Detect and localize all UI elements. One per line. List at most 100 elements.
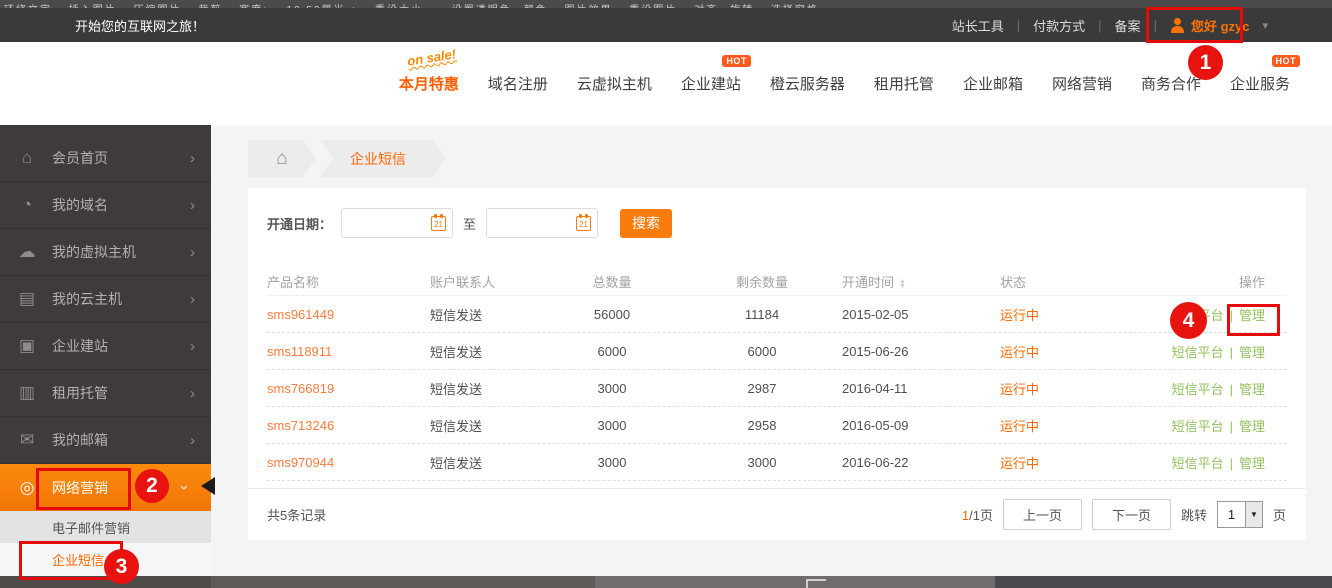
page-unit-label: 页	[1272, 508, 1286, 523]
contact-cell: 短信发送	[430, 381, 483, 397]
page-select[interactable]: 1 ▼	[1216, 501, 1263, 528]
window-fragment	[806, 579, 826, 588]
calendar-icon[interactable]: 21	[431, 214, 447, 231]
page-indicator: 1/1页	[961, 508, 993, 523]
breadcrumb: ⌂ 企业短信	[248, 140, 446, 177]
annotation-circle-3: 3	[104, 549, 139, 584]
home-icon: ⌂	[21, 148, 33, 167]
col-account-contact: 账户联系人	[430, 275, 496, 290]
table-row: sms961449 短信发送 56000 11184 2015-02-05 运行…	[267, 296, 1287, 333]
divider: |	[1229, 455, 1233, 471]
sidebar-item-site-builder[interactable]: ▣ 企业建站 ›	[0, 323, 211, 370]
product-link[interactable]: sms766819	[267, 381, 430, 396]
sms-platform-link[interactable]: 短信平台	[1172, 419, 1224, 434]
remaining-cell: 3000	[747, 454, 777, 470]
breadcrumb-current: 企业短信	[320, 140, 446, 177]
nav-item-domain-registration[interactable]: 域名注册	[488, 73, 548, 94]
sms-platform-link[interactable]: 短信平台	[1172, 456, 1224, 471]
sidebar-item-my-virtual-hosts[interactable]: ☁ 我的虚拟主机 ›	[0, 229, 211, 276]
date-cell: 2016-04-11	[842, 380, 908, 396]
prev-page-button[interactable]: 上一页	[1002, 499, 1082, 530]
domain-icon: ◔	[21, 195, 33, 214]
external-toolbar-text: 环绕文字 插入图片 压缩图片 裁剪 宽度: ─ 18.52厘米 + 重设大小 设…	[4, 1, 819, 8]
total-cell: 56000	[593, 306, 631, 322]
cloud-icon: ☁	[18, 242, 36, 261]
sidebar-subitem-email-marketing[interactable]: 电子邮件营销	[0, 511, 211, 543]
date-to-input[interactable]: 21	[486, 208, 599, 238]
nav-item-enterprise-mail[interactable]: 企业邮箱	[963, 73, 1023, 94]
total-cell: 6000	[597, 343, 627, 359]
date-cell: 2015-02-05	[842, 306, 909, 322]
header-band: on sale! 本月特惠 域名注册 云虚拟主机 HOT 企业建站 橙云服务器 …	[0, 42, 1332, 125]
nav-item-online-marketing[interactable]: 网络营销	[1052, 73, 1112, 94]
table-row: sms766819 短信发送 3000 2987 2016-04-11 运行中 …	[267, 370, 1287, 407]
sms-platform-link[interactable]: 短信平台	[1172, 345, 1224, 360]
slogan: 开始您的互联网之旅！	[75, 18, 206, 34]
content-card: 开通日期： 21 至 21 搜索 产品名称 账户联系人 总数量 剩余数量 开通时…	[248, 188, 1306, 540]
annotation-box-online-marketing	[36, 468, 131, 510]
total-cell: 3000	[597, 417, 627, 433]
search-button[interactable]: 搜索	[620, 208, 673, 238]
nav-item-hosting[interactable]: 租用托管	[874, 73, 934, 94]
nav-item-site-builder[interactable]: HOT 企业建站	[681, 55, 751, 94]
annotation-box-user	[1146, 7, 1243, 43]
product-link[interactable]: sms118911	[267, 344, 430, 359]
chevron-right-icon: ›	[190, 431, 195, 449]
product-link[interactable]: sms713246	[267, 418, 430, 433]
table-row: sms970944 短信发送 3000 3000 2016-06-22 运行中 …	[267, 444, 1287, 481]
bottom-strip	[995, 576, 1332, 588]
sidebar-item-my-mailbox[interactable]: ✉ 我的邮箱 ›	[0, 417, 211, 464]
manage-link[interactable]: 管理	[1239, 456, 1265, 471]
breadcrumb-home[interactable]: ⌂	[248, 140, 316, 177]
manage-link[interactable]: 管理	[1239, 345, 1265, 360]
mail-icon: ✉	[19, 430, 35, 449]
product-link[interactable]: sms961449	[267, 307, 430, 322]
website-icon: ▣	[18, 336, 36, 355]
table-row: sms118911 短信发送 6000 6000 2015-06-26 运行中 …	[267, 333, 1287, 370]
manage-link[interactable]: 管理	[1239, 382, 1265, 397]
col-open-time[interactable]: 开通时间 ▲ ▼	[842, 272, 1000, 291]
rack-icon: ▥	[18, 383, 36, 402]
nav-item-cloud-server[interactable]: 橙云服务器	[770, 73, 845, 94]
sidebar-item-hosting[interactable]: ▥ 租用托管 ›	[0, 370, 211, 417]
annotation-circle-2: 2	[135, 469, 169, 503]
date-from-input[interactable]: 21	[341, 208, 454, 238]
col-product-name: 产品名称	[267, 275, 320, 290]
on-sale-decoration: on sale!	[405, 46, 457, 69]
topbar-link-payment[interactable]: 付款方式	[1033, 16, 1085, 35]
user-caret-icon[interactable]: ▾	[1262, 19, 1268, 32]
topbar-link-icp[interactable]: 备案	[1115, 16, 1141, 35]
manage-link[interactable]: 管理	[1239, 419, 1265, 434]
divider: |	[1098, 17, 1102, 33]
calendar-icon[interactable]: 21	[576, 214, 592, 231]
table-footer: 共5条记录 1/1页 上一页 下一页 跳转 1 ▼ 页	[248, 488, 1306, 540]
contact-cell: 短信发送	[430, 455, 483, 471]
date-cell: 2015-06-26	[842, 343, 909, 359]
table-header: 产品名称 账户联系人 总数量 剩余数量 开通时间 ▲ ▼ 状态 操作	[267, 268, 1287, 296]
contact-cell: 短信发送	[430, 418, 483, 434]
nav-item-monthly-special[interactable]: on sale! 本月特惠	[399, 46, 459, 94]
nav-item-business-cooperation[interactable]: 商务合作	[1141, 73, 1201, 94]
total-records: 共5条记录	[267, 508, 327, 523]
nav-item-enterprise-service[interactable]: HOT 企业服务	[1230, 55, 1300, 94]
chevron-right-icon: ›	[190, 290, 195, 308]
col-remaining: 剩余数量	[735, 275, 788, 290]
product-link[interactable]: sms970944	[267, 455, 430, 470]
topbar-link-webmaster-tools[interactable]: 站长工具	[952, 16, 1004, 35]
sidebar-item-my-cloud-servers[interactable]: ▤ 我的云主机 ›	[0, 276, 211, 323]
date-cell: 2016-05-09	[842, 417, 909, 433]
sms-platform-link[interactable]: 短信平台	[1172, 382, 1224, 397]
screen: 环绕文字 插入图片 压缩图片 裁剪 宽度: ─ 18.52厘米 + 重设大小 设…	[0, 0, 1332, 588]
contact-cell: 短信发送	[430, 307, 483, 323]
chevron-right-icon: ›	[190, 337, 195, 355]
next-page-button[interactable]: 下一页	[1091, 499, 1171, 530]
open-date-label: 开通日期：	[267, 216, 333, 232]
sort-icon[interactable]: ▲ ▼	[899, 278, 906, 290]
sidebar-item-member-home[interactable]: ⌂ 会员首页 ›	[0, 135, 211, 182]
nav-item-cloud-virtual-host[interactable]: 云虚拟主机	[577, 73, 652, 94]
col-total: 总数量	[592, 275, 632, 290]
total-cell: 3000	[597, 454, 627, 470]
total-cell: 3000	[597, 380, 627, 396]
sidebar-item-my-domains[interactable]: ◔ 我的域名 ›	[0, 182, 211, 229]
chevron-right-icon: ›	[190, 196, 195, 214]
